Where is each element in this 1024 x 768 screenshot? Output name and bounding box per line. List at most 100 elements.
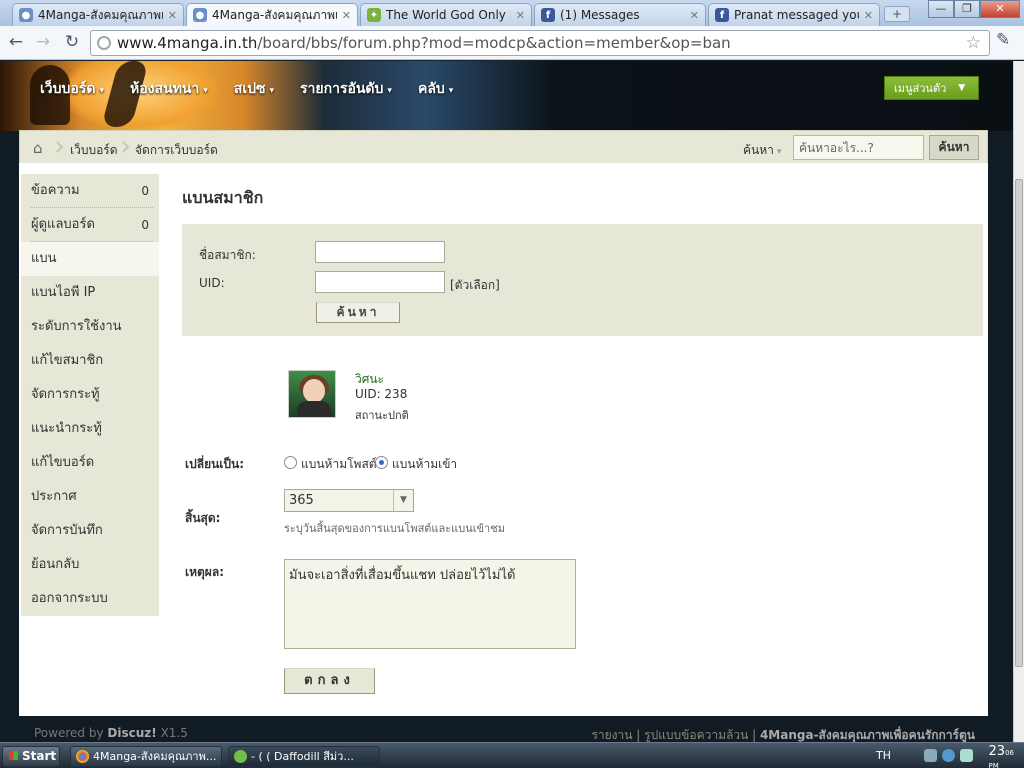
find-member-button[interactable]: ค้นหา	[316, 302, 400, 323]
close-window-button[interactable]: ✕	[980, 0, 1020, 18]
footer-links: รายงาน | รูปแบบข้อความล้วน | 4Manga-สังค…	[591, 728, 975, 742]
sidebar-item-recommend[interactable]: แนะนำกระทู้	[21, 412, 159, 446]
wrench-menu-icon[interactable]: ✎	[996, 30, 1010, 50]
sidebar-item-messages[interactable]: ข้อความ 0	[21, 174, 159, 208]
uid-input[interactable]	[315, 271, 445, 293]
breadcrumb-forum[interactable]: เว็บบอร์ด	[70, 141, 118, 160]
member-status: สถานะปกติ	[355, 409, 409, 422]
uid-optional-note: [ตัวเลือก]	[450, 278, 500, 292]
site-favicon-icon: ✦	[367, 8, 381, 22]
browser-toolbar: ← → ↻ www.4manga.in.th/board/bbs/forum.p…	[0, 26, 1024, 60]
chevron-down-icon: ▼	[393, 490, 413, 511]
chrome-page-icon: ●	[19, 8, 33, 22]
site-banner: เว็บบอร์ด ▾ ห้องสนทนา ▾ สเปซ ▾ รายการอันดับ…	[0, 61, 1013, 131]
sidebar-item-logs[interactable]: จัดการบันทึก	[21, 514, 159, 548]
taskbar-item-chat[interactable]: - ( ( Daffodill สีม่ว...	[228, 746, 380, 767]
back-arrow-icon[interactable]: ←	[5, 32, 27, 52]
user-menu-button[interactable]: เมนูส่วนตัว ▼	[884, 76, 979, 100]
reason-textarea[interactable]: มันจะเอาสิ่งที่เสื่อมขึ้นแชท ปล่อยไว้ไม่…	[284, 559, 576, 649]
browser-tab[interactable]: f (1) Messages ✕	[534, 3, 706, 26]
breadcrumb-separator: ›	[54, 129, 66, 162]
tab-title: Pranat messaged you	[734, 8, 859, 22]
submit-button[interactable]: ตกลง	[284, 668, 375, 694]
username-label: ชื่อสมาชิก:	[199, 248, 256, 262]
uid-label: UID:	[199, 276, 225, 290]
language-indicator[interactable]: TH	[876, 749, 891, 762]
tab-title: (1) Messages	[560, 8, 640, 22]
tab-title: 4Manga-สังคมคุณภาพเพื่อ	[212, 7, 337, 22]
sidebar-item-back[interactable]: ย้อนกลับ	[21, 548, 159, 582]
sidebar-item-manage-threads[interactable]: จัดการกระทู้	[21, 378, 159, 412]
nav-item-chat[interactable]: ห้องสนทนา ▾	[130, 78, 208, 100]
taskbar-item-browser[interactable]: 4Manga-สังคมคุณภาพ...	[70, 746, 222, 767]
page-scrollbar[interactable]	[1013, 61, 1024, 742]
sidebar-item-ban-ip[interactable]: แบนไอพี IP	[21, 276, 159, 310]
sidebar-item-ban[interactable]: แบน	[21, 242, 159, 276]
messenger-icon	[234, 750, 247, 763]
scrollbar-thumb[interactable]	[1015, 179, 1023, 667]
ban-visit-label: แบนห้ามเข้า	[392, 457, 458, 471]
start-button[interactable]: Start	[2, 746, 60, 767]
change-to-label: เปลี่ยนเป็น:	[185, 457, 245, 471]
network-icon[interactable]	[924, 749, 937, 762]
reload-icon[interactable]: ↻	[61, 32, 83, 52]
browser-tab[interactable]: ● 4Manga-สังคมคุณภาพเพื่อ ✕	[12, 3, 184, 26]
page-title: แบนสมาชิก	[182, 188, 264, 207]
close-tab-icon[interactable]: ✕	[516, 9, 525, 22]
maximize-button[interactable]: ❐	[954, 0, 980, 18]
breadcrumb-manage[interactable]: จัดการเว็บบอร์ด	[135, 141, 218, 160]
clock[interactable]: 2306 PM	[989, 745, 1014, 768]
browser-tab[interactable]: ✦ The World God Only Know ✕	[360, 3, 532, 26]
member-search-form: ชื่อสมาชิก: UID: [ตัวเลือก] ค้นหา	[182, 224, 983, 336]
search-input[interactable]	[793, 135, 924, 160]
bookmark-star-icon[interactable]: ☆	[966, 33, 981, 53]
sidebar-item-edit-member[interactable]: แก้ไขสมาชิก	[21, 344, 159, 378]
forward-arrow-icon[interactable]: →	[32, 32, 54, 52]
expiry-label: สิ้นสุด:	[185, 511, 221, 525]
count-badge: 0	[141, 184, 149, 198]
main-content: ข้อความ 0 ผู้ดูแลบอร์ด 0 แบน แบนไอพี IP ระ…	[19, 163, 988, 716]
nav-item-ranking[interactable]: รายการอันดับ ▾	[300, 78, 392, 100]
close-tab-icon[interactable]: ✕	[690, 9, 699, 22]
footer-link-plaintext[interactable]: รูปแบบข้อความล้วน	[644, 728, 748, 742]
new-tab-button[interactable]: +	[884, 6, 910, 22]
os-taskbar: Start 4Manga-สังคมคุณภาพ... - ( ( Daffod…	[0, 742, 1024, 768]
tray-app-icon[interactable]	[942, 749, 955, 762]
volume-icon[interactable]	[960, 749, 973, 762]
browser-tab-bar: ● 4Manga-สังคมคุณภาพเพื่อ ✕ ● 4Manga-สัง…	[0, 0, 1024, 26]
footer-site-name[interactable]: 4Manga-สังคมคุณภาพเพื่อคนรักการ์ตูน	[760, 728, 975, 742]
page-viewport: เว็บบอร์ด ▾ ห้องสนทนา ▾ สเปซ ▾ รายการอันดับ…	[0, 61, 1024, 742]
radio-ban-visit[interactable]	[375, 456, 388, 469]
sidebar-item-moderators[interactable]: ผู้ดูแลบอร์ด 0	[21, 208, 159, 242]
avatar	[288, 370, 336, 418]
browser-tab-active[interactable]: ● 4Manga-สังคมคุณภาพเพื่อ ✕	[186, 3, 358, 26]
minimize-button[interactable]: —	[928, 0, 954, 18]
page-icon	[97, 36, 111, 50]
close-tab-icon[interactable]: ✕	[168, 9, 177, 22]
close-tab-icon[interactable]: ✕	[342, 9, 351, 22]
expiry-select[interactable]: 365 ▼	[284, 489, 414, 512]
sidebar-item-usergroup[interactable]: ระดับการใช้งาน	[21, 310, 159, 344]
nav-item-club[interactable]: คลับ ▾	[418, 78, 453, 100]
radio-ban-post[interactable]	[284, 456, 297, 469]
powered-by: Powered by Discuz! X1.5	[34, 726, 188, 740]
nav-item-space[interactable]: สเปซ ▾	[234, 78, 274, 100]
address-bar[interactable]: www.4manga.in.th/board/bbs/forum.php?mod…	[90, 30, 990, 56]
search-type-dropdown[interactable]: ค้นหา ▾	[743, 141, 781, 160]
chrome-icon	[76, 750, 89, 763]
main-nav: เว็บบอร์ด ▾ ห้องสนทนา ▾ สเปซ ▾ รายการอันดับ…	[40, 79, 479, 99]
sidebar-item-edit-forum[interactable]: แก้ไขบอร์ด	[21, 446, 159, 480]
close-tab-icon[interactable]: ✕	[864, 9, 873, 22]
ban-post-label: แบนห้ามโพสต์	[301, 457, 377, 471]
home-icon[interactable]: ⌂	[33, 139, 43, 157]
browser-tab[interactable]: f Pranat messaged you ✕	[708, 3, 880, 26]
reason-label: เหตุผล:	[185, 565, 224, 579]
sidebar-item-logout[interactable]: ออกจากระบบ	[21, 582, 159, 616]
nav-item-forum[interactable]: เว็บบอร์ด ▾	[40, 78, 104, 100]
member-uid: UID: 238	[355, 387, 408, 401]
url-text: www.4manga.in.th/board/bbs/forum.php?mod…	[117, 34, 731, 52]
username-input[interactable]	[315, 241, 445, 263]
sidebar-item-announcement[interactable]: ประกาศ	[21, 480, 159, 514]
footer-link-report[interactable]: รายงาน	[591, 728, 632, 742]
search-button[interactable]: ค้นหา	[929, 135, 979, 160]
